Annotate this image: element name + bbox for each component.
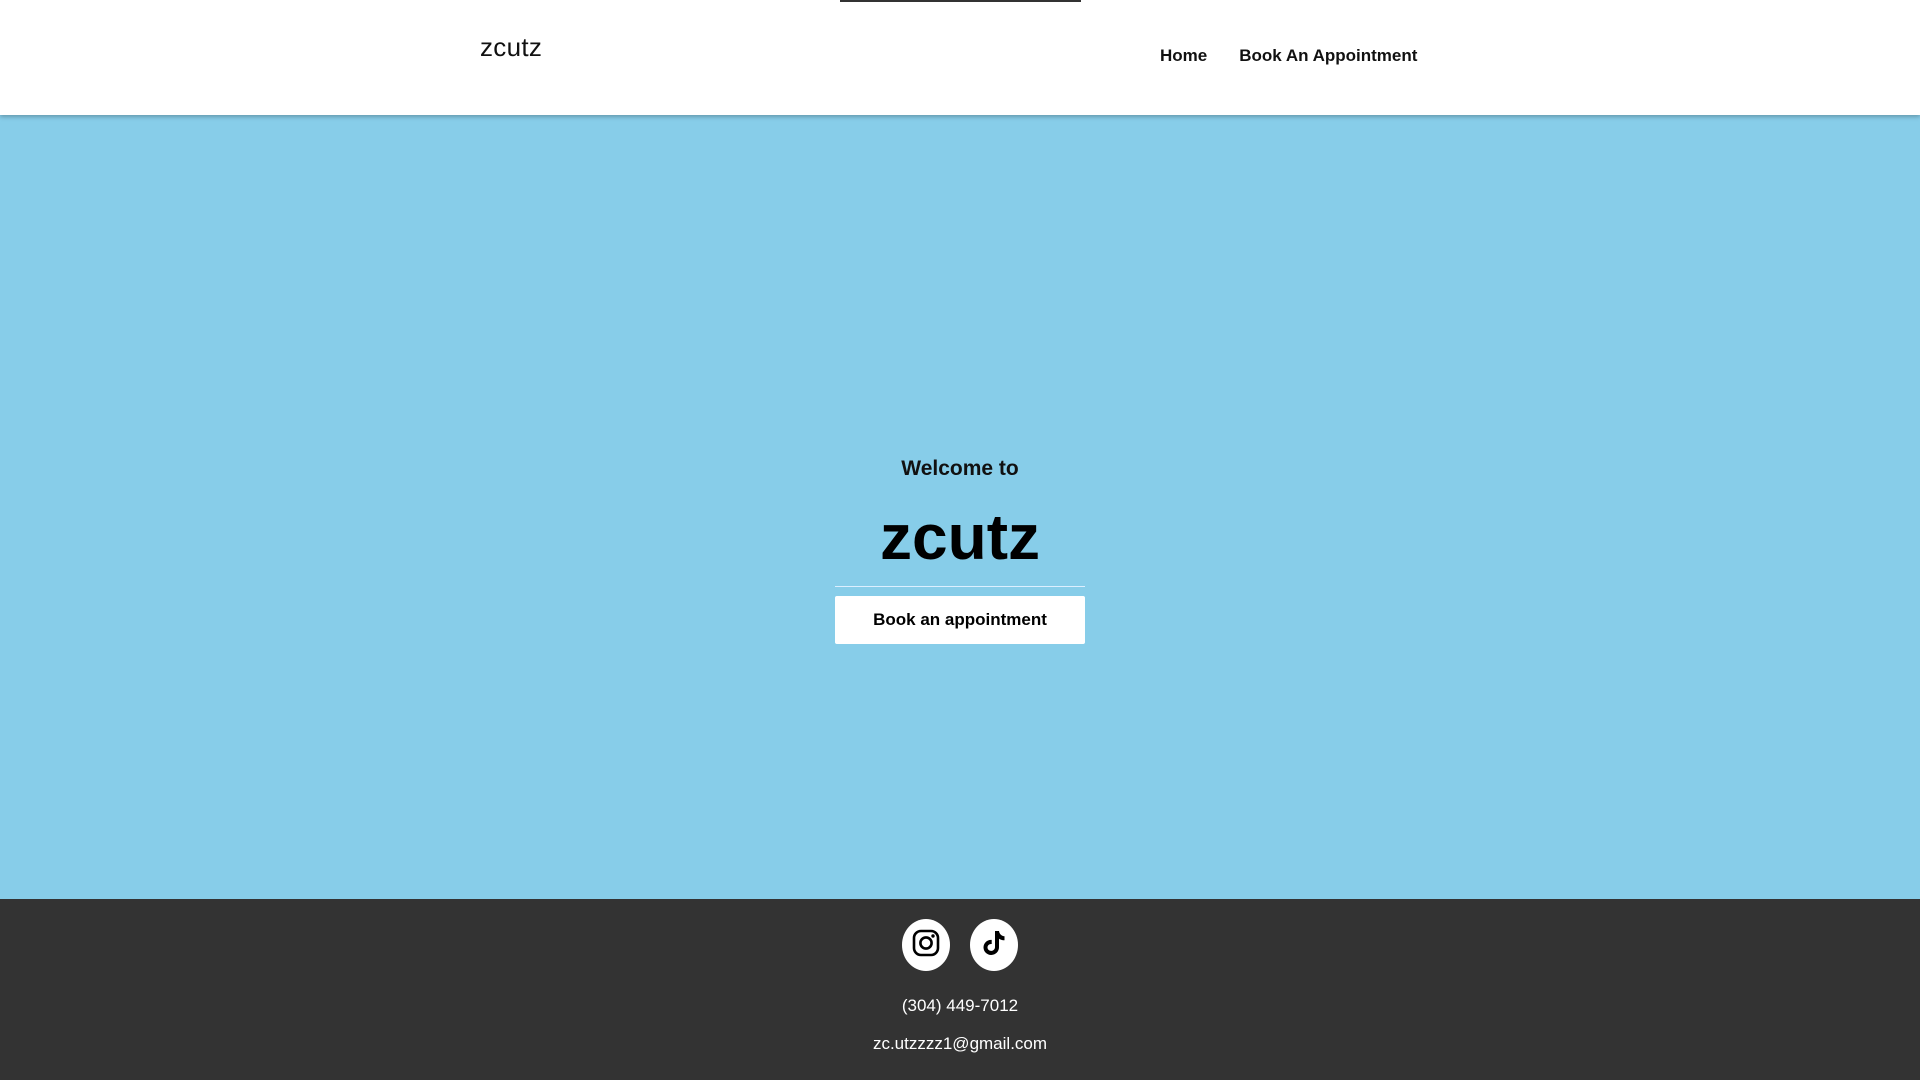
tiktok-button[interactable] bbox=[970, 919, 1018, 971]
nav-home-link[interactable]: Home bbox=[1160, 46, 1207, 66]
social-links bbox=[902, 919, 1018, 971]
hero-title: zcutz bbox=[880, 501, 1040, 573]
tiktok-icon bbox=[979, 928, 1009, 963]
page: zcutz Home Book An Appointment Welcome t… bbox=[0, 0, 1920, 1080]
book-appointment-button[interactable]: Book an appointment bbox=[835, 596, 1085, 644]
instagram-button[interactable] bbox=[902, 919, 950, 971]
hero-welcome-text: Welcome to bbox=[901, 457, 1019, 480]
footer-email[interactable]: zc.utzzzz1@gmail.com bbox=[0, 1034, 1920, 1054]
site-header: zcutz Home Book An Appointment bbox=[0, 0, 1920, 115]
hero-section: Welcome to zcutz Book an appointment bbox=[0, 115, 1920, 899]
top-accent-line bbox=[840, 0, 1081, 2]
hero-divider bbox=[835, 586, 1085, 587]
nav-book-appointment-link[interactable]: Book An Appointment bbox=[1239, 46, 1417, 66]
main-nav: Home Book An Appointment bbox=[1160, 46, 1417, 66]
site-footer: (304) 449-7012 zc.utzzzz1@gmail.com bbox=[0, 899, 1920, 1080]
instagram-icon bbox=[911, 928, 941, 963]
site-logo[interactable]: zcutz bbox=[480, 32, 542, 63]
footer-phone[interactable]: (304) 449-7012 bbox=[0, 996, 1920, 1016]
